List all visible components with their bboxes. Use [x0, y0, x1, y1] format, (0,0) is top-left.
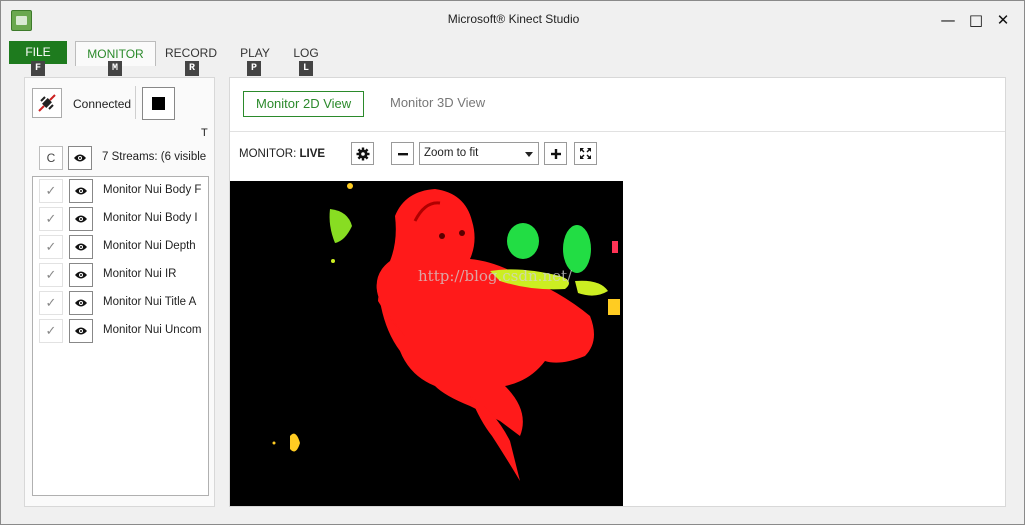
stream-row[interactable]: ✓ Monitor Nui IR: [33, 261, 208, 289]
monitor-panel: Monitor 2D View Monitor 3D View MONITOR:…: [229, 77, 1006, 507]
watermark-text: http://blog.csdn.net/: [418, 267, 573, 285]
refresh-streams-button[interactable]: C: [39, 146, 63, 170]
stream-visibility-toggle[interactable]: [69, 207, 93, 231]
settings-button[interactable]: [351, 142, 374, 165]
streams-summary: 7 Streams: (6 visible: [102, 151, 207, 163]
stream-checkbox[interactable]: ✓: [39, 207, 63, 231]
title-bar: Microsoft® Kinect Studio — □ ✕: [1, 1, 1024, 39]
fit-to-window-button[interactable]: [574, 142, 597, 165]
tab-monitor-3d-view[interactable]: Monitor 3D View: [378, 91, 497, 117]
keytip-record: R: [185, 61, 199, 76]
minus-icon: [397, 152, 408, 155]
check-icon: ✓: [45, 267, 57, 283]
stream-visibility-toggle[interactable]: [69, 319, 93, 343]
check-icon: ✓: [45, 239, 57, 255]
gear-icon: [356, 147, 369, 160]
stream-checkbox[interactable]: ✓: [39, 319, 63, 343]
eye-icon: [75, 271, 87, 279]
window-title: Microsoft® Kinect Studio: [447, 12, 580, 26]
stream-row[interactable]: ✓ Monitor Nui Title A: [33, 289, 208, 317]
zoom-out-button[interactable]: [391, 142, 414, 165]
check-icon: ✓: [45, 295, 57, 311]
stream-checkbox[interactable]: ✓: [39, 263, 63, 287]
check-icon: ✓: [45, 211, 57, 227]
stream-name: Monitor Nui Uncom: [103, 324, 202, 336]
stream-checkbox[interactable]: ✓: [39, 291, 63, 315]
eye-icon: [75, 327, 87, 335]
eye-icon: [75, 215, 87, 223]
connection-status: Connected: [73, 97, 132, 111]
stream-row[interactable]: ✓ Monitor Nui Body I: [33, 205, 208, 233]
stream-name: Monitor Nui Body F: [103, 184, 202, 196]
streams-panel: Connected T C 7 Streams: (6 visible ✓ Mo…: [24, 77, 215, 507]
monitor-live-state: LIVE: [299, 148, 326, 160]
stop-icon: [152, 97, 165, 110]
zoom-dropdown-value: Zoom to fit: [424, 147, 479, 159]
connect-button[interactable]: [32, 88, 62, 118]
eye-icon: [74, 154, 86, 162]
truncated-label: T: [201, 127, 208, 139]
stream-visibility-toggle[interactable]: [69, 235, 93, 259]
keytip-play: P: [247, 61, 261, 76]
plus-icon: [550, 148, 561, 159]
zoom-dropdown[interactable]: Zoom to fit: [419, 142, 539, 165]
ribbon-tab-bar: FILE MONITOR RECORD PLAY LOG: [1, 39, 1024, 67]
stream-row[interactable]: ✓ Monitor Nui Uncom: [33, 317, 208, 345]
plug-connect-icon: [38, 94, 56, 112]
tab-monitor-2d-view[interactable]: Monitor 2D View: [243, 91, 365, 117]
stream-visibility-toggle[interactable]: [69, 263, 93, 287]
keytip-file: F: [31, 61, 45, 76]
monitor-status-label: MONITOR: LIVE: [239, 148, 325, 160]
refresh-label: C: [46, 151, 56, 165]
stream-row[interactable]: ✓ Monitor Nui Depth: [33, 233, 208, 261]
keytip-monitor: M: [108, 61, 122, 76]
stop-button[interactable]: [142, 87, 175, 120]
check-icon: ✓: [45, 323, 57, 339]
expand-icon: [580, 148, 591, 159]
toggle-all-visibility-button[interactable]: [68, 146, 92, 170]
eye-icon: [75, 243, 87, 251]
kinect-studio-window: Microsoft® Kinect Studio — □ ✕ FILE MONI…: [0, 0, 1025, 525]
monitor-label-prefix: MONITOR:: [239, 148, 297, 160]
stream-list: ✓ Monitor Nui Body F ✓ Monitor Nui Body …: [32, 176, 209, 496]
keytip-log: L: [299, 61, 313, 76]
stream-name: Monitor Nui Title A: [103, 296, 197, 308]
stream-row[interactable]: ✓ Monitor Nui Body F: [33, 177, 208, 205]
stream-visibility-toggle[interactable]: [69, 291, 93, 315]
depth-frame-image: http://blog.csdn.net/: [230, 181, 623, 506]
stream-checkbox[interactable]: ✓: [39, 235, 63, 259]
minimize-button[interactable]: —: [935, 9, 961, 31]
check-icon: ✓: [45, 183, 57, 199]
close-button[interactable]: ✕: [990, 9, 1016, 31]
depth-frame-viewport[interactable]: http://blog.csdn.net/: [230, 181, 623, 506]
toolbar-divider: [135, 86, 136, 119]
maximize-button[interactable]: □: [963, 9, 989, 31]
panel-divider: [230, 131, 1005, 132]
eye-icon: [75, 187, 87, 195]
stream-name: Monitor Nui Body I: [103, 212, 198, 224]
stream-name: Monitor Nui Depth: [103, 240, 196, 252]
chevron-down-icon: [525, 152, 533, 157]
zoom-in-button[interactable]: [544, 142, 567, 165]
stream-name: Monitor Nui IR: [103, 268, 177, 280]
eye-icon: [75, 299, 87, 307]
stream-visibility-toggle[interactable]: [69, 179, 93, 203]
stream-checkbox[interactable]: ✓: [39, 179, 63, 203]
